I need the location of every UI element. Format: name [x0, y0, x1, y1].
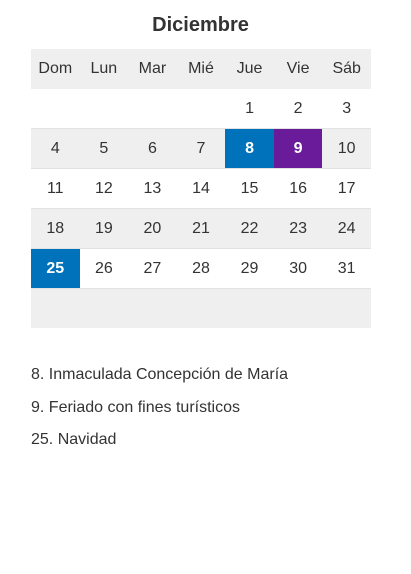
- day-cell: 28: [176, 248, 226, 289]
- day-cell: 2: [273, 89, 323, 129]
- day-cell: 15: [225, 168, 274, 209]
- day-cell: 23: [273, 208, 323, 249]
- month-title: Diciembre: [152, 14, 249, 36]
- week-row: 1 2 3: [31, 89, 371, 129]
- holiday-item: 25. Navidad: [31, 431, 117, 448]
- day-cell: 11: [31, 168, 80, 209]
- day-cell: [225, 288, 274, 328]
- day-cell: [322, 288, 371, 328]
- day-cell: 4: [31, 128, 80, 169]
- weekday-header: Jue: [225, 49, 274, 89]
- weekday-header: Vie: [273, 49, 323, 89]
- day-cell: [31, 89, 80, 129]
- week-row: 11 12 13 14 15 16 17: [31, 168, 371, 209]
- weekday-header-row: Dom Lun Mar Mié Jue Vie Sáb: [31, 49, 371, 89]
- holiday-item: 8. Inmaculada Concepción de María: [31, 366, 289, 383]
- holiday-list: 8. Inmaculada Concepción de María 9. Fer…: [31, 364, 391, 462]
- day-cell: 29: [225, 248, 274, 289]
- day-cell: 20: [128, 208, 177, 249]
- week-row: 4 5 6 7 8 9 10: [31, 128, 371, 169]
- weekday-header: Mié: [176, 49, 226, 89]
- day-cell: 18: [31, 208, 80, 249]
- day-cell: 10: [322, 128, 371, 169]
- day-cell: 27: [128, 248, 177, 289]
- day-cell: 13: [128, 168, 177, 209]
- day-cell: 6: [128, 128, 177, 169]
- day-cell: [128, 288, 177, 328]
- holiday-day-cell: 9: [273, 128, 323, 169]
- week-row: [31, 288, 371, 328]
- weekday-header: Lun: [79, 49, 129, 89]
- day-cell: 24: [322, 208, 371, 249]
- day-cell: 5: [79, 128, 129, 169]
- holiday-day-cell: 25: [31, 248, 80, 289]
- day-cell: 16: [273, 168, 323, 209]
- day-cell: 22: [225, 208, 274, 249]
- day-cell: [31, 288, 80, 328]
- day-cell: 14: [176, 168, 226, 209]
- calendar-grid: Dom Lun Mar Mié Jue Vie Sáb 1 2 3 4 5 6 …: [31, 49, 371, 328]
- weekday-header: Dom: [31, 49, 80, 89]
- day-cell: 17: [322, 168, 371, 209]
- weekday-header: Mar: [128, 49, 177, 89]
- day-cell: [79, 89, 129, 129]
- holiday-item: 9. Feriado con fines turísticos: [31, 398, 240, 416]
- day-cell: 3: [322, 89, 371, 129]
- day-cell: 7: [176, 128, 226, 169]
- day-cell: 21: [176, 208, 226, 249]
- day-cell: 1: [225, 89, 274, 129]
- day-cell: 30: [273, 248, 323, 289]
- week-row: 25 26 27 28 29 30 31: [31, 248, 371, 289]
- day-cell: [273, 288, 323, 328]
- day-cell: [176, 89, 226, 129]
- day-cell: [128, 89, 177, 129]
- day-cell: [176, 288, 226, 328]
- day-cell: [79, 288, 129, 328]
- day-cell: 31: [322, 248, 371, 289]
- day-cell: 19: [79, 208, 129, 249]
- day-cell: 12: [79, 168, 129, 209]
- weekday-header: Sáb: [322, 49, 371, 89]
- holiday-day-cell: 8: [225, 128, 274, 169]
- week-row: 18 19 20 21 22 23 24: [31, 208, 371, 249]
- day-cell: 26: [79, 248, 129, 289]
